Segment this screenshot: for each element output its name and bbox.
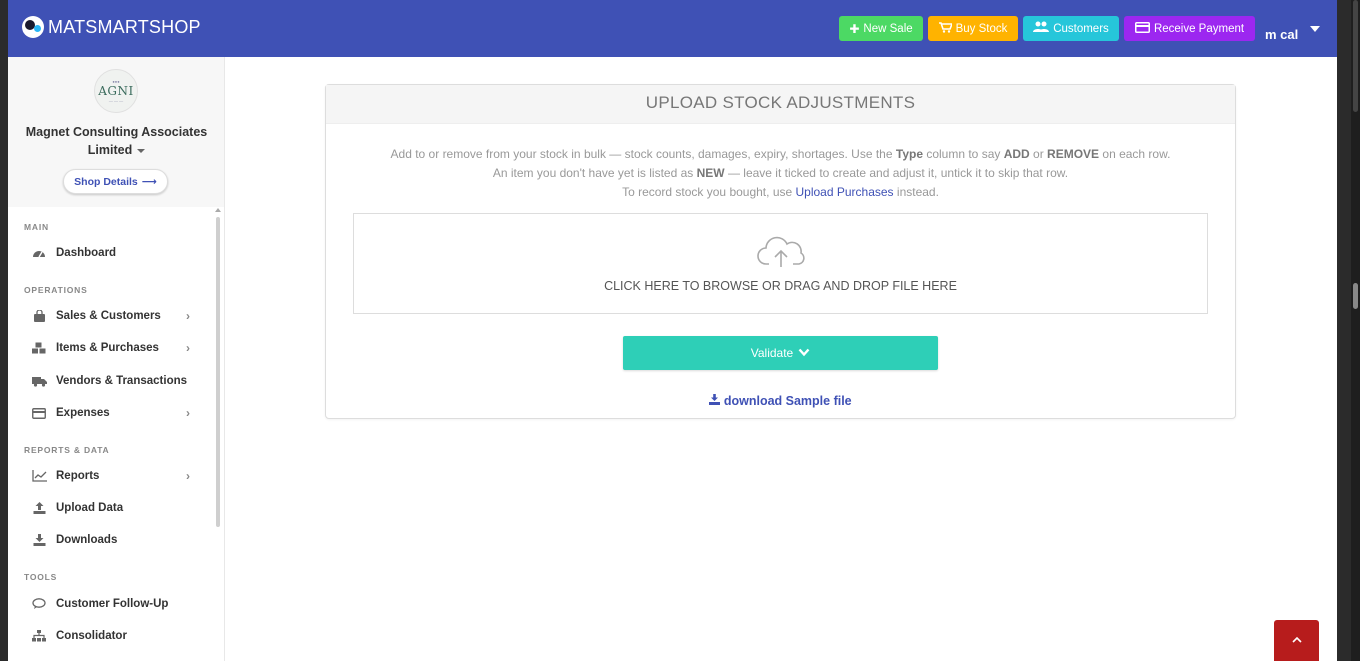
user-menu[interactable]: m cal — [1265, 27, 1298, 42]
section-reports-data: REPORTS & DATA — [24, 445, 110, 455]
upload-stock-adjustments-card: UPLOAD STOCK ADJUSTMENTS Add to or remov… — [325, 84, 1236, 419]
section-main: MAIN — [24, 222, 49, 232]
arrow-right-icon: ⟶ — [141, 175, 157, 188]
download-icon — [30, 533, 48, 547]
window-scrollbar[interactable] — [1351, 0, 1360, 661]
sidebar-item-consolidator[interactable]: Consolidator — [30, 625, 190, 647]
sidebar-item-sales-customers[interactable]: Sales & Customers › — [30, 305, 190, 327]
instruction-line-1: Add to or remove from your stock in bulk… — [390, 147, 1171, 161]
window-scrollbar-thumb[interactable] — [1353, 283, 1358, 309]
sitemap-icon — [30, 629, 48, 643]
org-name[interactable]: Magnet Consulting Associates Limited — [8, 123, 225, 159]
sidebar-item-expenses[interactable]: Expenses › — [30, 402, 190, 424]
upload-icon — [30, 501, 48, 515]
download-icon — [709, 394, 723, 408]
app-frame: MATSMARTSHOP ✚ New Sale Buy Stock Custom… — [8, 0, 1337, 661]
line-chart-icon — [30, 469, 48, 483]
instructions: Add to or remove from your stock in bulk… — [326, 145, 1235, 202]
cloud-upload-icon — [757, 236, 805, 268]
download-sample-link[interactable]: download Sample file — [326, 394, 1235, 408]
receive-payment-button[interactable]: Receive Payment — [1124, 16, 1255, 41]
instruction-line-2: An item you don't have yet is listed as … — [492, 166, 1069, 180]
sidebar-item-vendors-transactions[interactable]: Vendors & Transactions — [30, 370, 190, 392]
sidebar-item-dashboard[interactable]: Dashboard — [30, 242, 190, 264]
caret-down-icon — [137, 148, 146, 153]
chevron-right-icon: › — [186, 406, 190, 420]
shop-details-button[interactable]: Shop Details ⟶ — [63, 169, 168, 194]
credit-card-icon — [30, 406, 48, 420]
chevron-right-icon: › — [186, 469, 190, 483]
chevron-right-icon: › — [186, 341, 190, 355]
sidebar: ●●● AGNI — — — Magnet Consulting Associa… — [8, 57, 225, 661]
sidebar-scroll-up-arrow[interactable] — [215, 208, 221, 212]
top-navbar: MATSMARTSHOP ✚ New Sale Buy Stock Custom… — [8, 0, 1337, 57]
cubes-icon — [30, 341, 48, 355]
file-dropzone[interactable]: CLICK HERE TO BROWSE OR DRAG AND DROP FI… — [353, 213, 1208, 314]
sidebar-item-reports[interactable]: Reports › — [30, 465, 190, 487]
chat-icon — [30, 597, 48, 611]
sidebar-item-items-purchases[interactable]: Items & Purchases › — [30, 337, 190, 359]
plus-icon: ✚ — [849, 21, 860, 36]
chevron-right-icon: › — [186, 309, 190, 323]
truck-icon — [30, 374, 48, 388]
sidebar-scrollbar[interactable] — [216, 217, 220, 527]
customers-button[interactable]: Customers — [1023, 16, 1119, 41]
sidebar-header: ●●● AGNI — — — Magnet Consulting Associa… — [8, 57, 224, 207]
validate-button[interactable]: Validate — [623, 336, 938, 370]
chevron-up-icon — [1291, 632, 1302, 646]
new-sale-button[interactable]: ✚ New Sale — [839, 16, 923, 41]
dashboard-icon — [30, 246, 48, 260]
buy-stock-button[interactable]: Buy Stock — [928, 16, 1018, 41]
scroll-to-top-button[interactable] — [1274, 620, 1319, 661]
instruction-line-3: To record stock you bought, use Upload P… — [622, 185, 939, 199]
org-logo: ●●● AGNI — — — — [94, 69, 138, 113]
chevron-down-icon — [798, 346, 810, 360]
shopping-bag-icon — [30, 309, 48, 323]
sidebar-item-downloads[interactable]: Downloads — [30, 529, 190, 551]
card-title: UPLOAD STOCK ADJUSTMENTS — [326, 85, 1235, 124]
cart-icon — [938, 21, 953, 36]
credit-card-icon — [1134, 21, 1150, 36]
caret-down-icon[interactable] — [1310, 26, 1320, 32]
brand-name: MATSMARTSHOP — [48, 16, 201, 37]
section-operations: OPERATIONS — [24, 285, 88, 295]
dropzone-text: CLICK HERE TO BROWSE OR DRAG AND DROP FI… — [604, 279, 957, 293]
brand-logo-icon — [22, 16, 44, 38]
upload-purchases-link[interactable]: Upload Purchases — [796, 185, 894, 199]
sidebar-item-customer-follow-up[interactable]: Customer Follow-Up — [30, 593, 190, 615]
users-icon — [1033, 21, 1050, 36]
brand[interactable]: MATSMARTSHOP — [22, 16, 201, 38]
sidebar-item-upload-data[interactable]: Upload Data — [30, 497, 190, 519]
section-tools: TOOLS — [24, 572, 58, 582]
